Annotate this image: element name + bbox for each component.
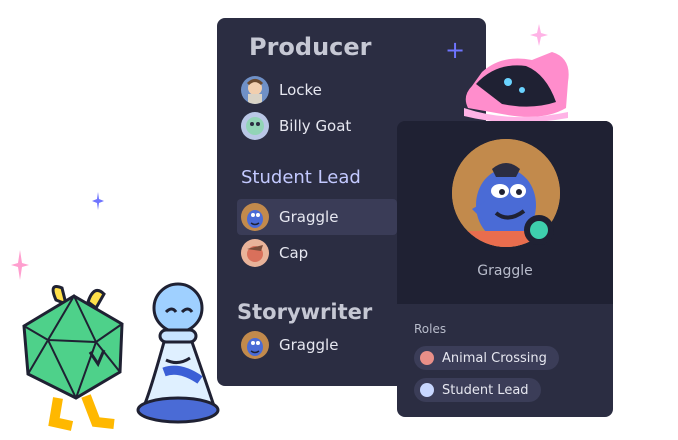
avatar	[241, 331, 269, 359]
status-indicator	[524, 215, 554, 245]
member-name: Cap	[279, 244, 309, 262]
role-heading-storywriter: Storywriter	[237, 300, 373, 324]
role-heading-producer: Producer	[249, 33, 372, 61]
member-item-graggle-storywriter[interactable]: Graggle	[237, 327, 392, 363]
role-color-dot	[420, 351, 434, 365]
role-pill-student-lead[interactable]: Student Lead	[414, 378, 541, 402]
profile-username: Graggle	[477, 263, 533, 279]
avatar	[241, 203, 269, 231]
member-name: Graggle	[279, 208, 339, 226]
d20-character-illustration	[22, 285, 124, 431]
role-pill-label: Animal Crossing	[442, 350, 547, 366]
chess-pawn-illustration	[136, 282, 220, 424]
roles-label: Roles	[414, 322, 447, 336]
role-heading-student-lead: Student Lead	[241, 167, 361, 188]
sneaker-illustration	[464, 52, 569, 123]
member-name: Graggle	[279, 336, 339, 354]
sparkle-icon	[11, 250, 29, 280]
role-pill-label: Student Lead	[442, 382, 529, 398]
sparkle-icon	[530, 24, 548, 46]
sparkle-icon	[92, 192, 104, 210]
avatar	[241, 112, 269, 140]
role-pill-animal-crossing[interactable]: Animal Crossing	[414, 346, 559, 370]
member-name: Billy Goat	[279, 117, 352, 135]
member-item-graggle[interactable]: Graggle	[237, 199, 397, 235]
avatar	[241, 76, 269, 104]
avatar	[241, 239, 269, 267]
member-name: Locke	[279, 81, 322, 99]
role-color-dot	[420, 383, 434, 397]
member-item-locke[interactable]: Locke	[237, 72, 487, 108]
